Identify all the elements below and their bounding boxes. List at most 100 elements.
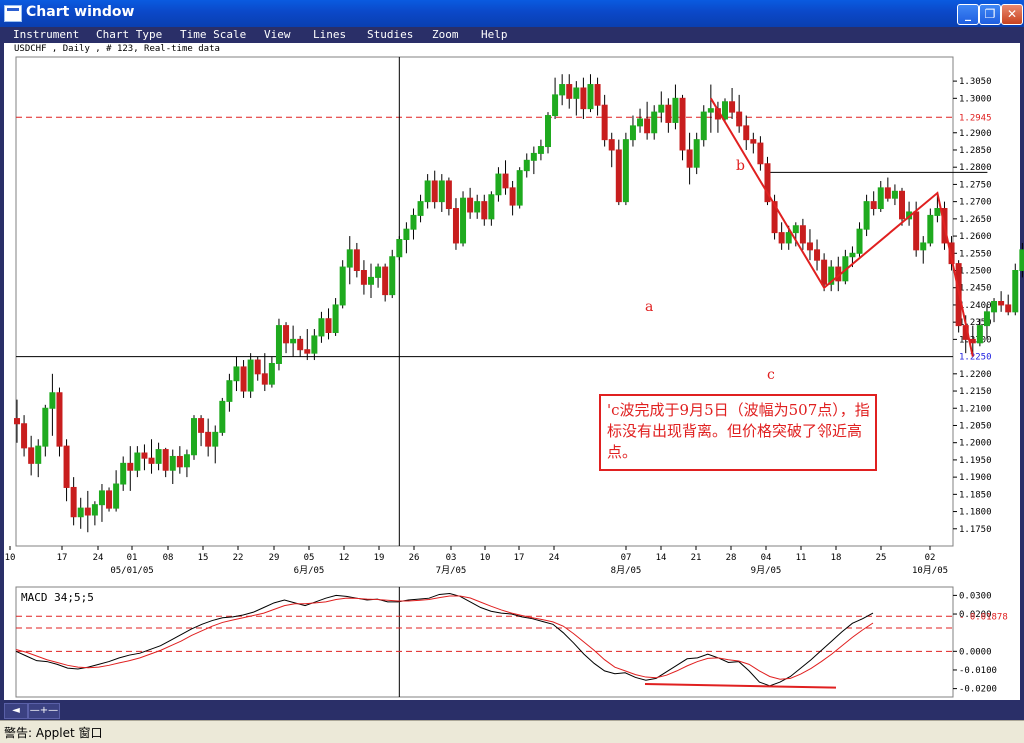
candle — [693, 132, 700, 175]
candle-body — [353, 249, 360, 272]
candle — [176, 446, 183, 474]
candle-body — [913, 211, 920, 251]
candle-body — [375, 266, 382, 278]
candle — [311, 329, 318, 361]
candle — [509, 180, 516, 216]
candle-body — [1005, 304, 1012, 313]
candle — [474, 194, 481, 219]
price-axis-label: 1.2100 — [959, 404, 992, 414]
date-axis-month: 10月/05 — [912, 565, 948, 576]
candle — [707, 84, 714, 133]
candle — [28, 435, 35, 476]
candle — [665, 98, 672, 133]
price-axis-label: 1.2700 — [959, 198, 992, 208]
candle — [545, 112, 551, 154]
candle-body — [665, 104, 672, 123]
scroll-left-button[interactable]: ◄ — [4, 703, 28, 719]
candle — [148, 439, 155, 474]
candle-body — [580, 87, 587, 110]
candle-body — [927, 214, 934, 244]
candle-body — [757, 142, 764, 165]
candle — [261, 353, 268, 392]
date-axis-day: 15 — [198, 553, 209, 563]
candle — [410, 208, 417, 240]
candle-body — [814, 249, 821, 261]
candle-body — [729, 101, 736, 113]
candle-body — [637, 118, 644, 127]
date-axis-month: 7月/05 — [436, 565, 467, 576]
candle — [212, 425, 219, 464]
candle-body — [70, 486, 77, 518]
candle — [283, 322, 290, 354]
candle-body — [417, 201, 424, 216]
candle — [729, 87, 736, 119]
candle-body — [566, 84, 573, 99]
candle-body — [205, 431, 212, 447]
candle — [49, 373, 56, 436]
price-chart[interactable]: 1.3050 1.3000 1.2900 1.2850 1.2800 1.2750 1.27… — [0, 0, 1024, 742]
candle-body — [297, 338, 304, 351]
price-axis-label: 1.1750 — [959, 525, 992, 535]
candle-body — [226, 380, 233, 402]
price-axis-label: 1.2600 — [959, 232, 992, 242]
candle-body — [891, 190, 898, 199]
price-axis-label: 1.1900 — [959, 473, 992, 483]
candle — [1019, 242, 1024, 278]
annotation-box: 'c波完成于9月5日（波幅为507点），指标没有出现背离。但价格突破了邻近高点。 — [599, 394, 877, 471]
candle — [98, 484, 105, 522]
date-axis-day: 18 — [831, 553, 842, 563]
candle-body — [545, 115, 551, 148]
candle-body — [821, 259, 828, 285]
candle-body — [452, 208, 459, 244]
horizontal-scrollbar[interactable]: ◄ —+— — [0, 700, 1024, 720]
status-text: 警告: Applet 窗口 — [4, 726, 103, 740]
candle — [240, 360, 247, 398]
candle — [198, 415, 205, 447]
candle-body — [552, 94, 559, 117]
candle-body — [268, 362, 275, 385]
candle-body — [467, 197, 474, 213]
candle-body — [615, 149, 622, 203]
price-marker-low: 1.2250 — [959, 353, 992, 363]
date-axis-day: 07 — [621, 553, 632, 563]
candle-body — [134, 452, 141, 471]
candle — [346, 236, 353, 285]
candle-body — [21, 423, 28, 449]
candle-body — [42, 407, 49, 447]
date-axis-day: 25 — [876, 553, 887, 563]
candle — [998, 291, 1005, 312]
candle-body — [991, 301, 998, 313]
candle — [42, 404, 49, 457]
candle-body — [120, 462, 127, 485]
date-axis-day: 24 — [93, 553, 104, 563]
date-axis-day: 24 — [549, 553, 560, 563]
candle-body — [84, 507, 91, 516]
candle-body — [63, 445, 70, 488]
date-axis-day: 28 — [726, 553, 737, 563]
candle — [806, 229, 813, 261]
price-axis-label: 1.2150 — [959, 387, 992, 397]
candle-body — [77, 507, 84, 518]
price-axis-label: 1.2550 — [959, 249, 992, 259]
scroll-thumb[interactable]: —+— — [28, 703, 60, 719]
candle-body — [920, 242, 927, 251]
candle-body — [849, 252, 856, 258]
candle — [297, 335, 304, 357]
candle-body — [460, 197, 467, 244]
candle — [877, 180, 884, 212]
macd-axis-label: -0.0100 — [959, 666, 997, 676]
candle — [686, 132, 693, 185]
candle-body — [884, 187, 891, 199]
candle — [601, 94, 608, 147]
candle-body — [98, 490, 105, 506]
candle-body — [113, 483, 120, 509]
candle-body — [806, 242, 813, 251]
candle — [382, 263, 389, 302]
date-axis-day: 29 — [269, 553, 280, 563]
candle — [750, 132, 757, 154]
date-axis-day: 02 — [925, 553, 936, 563]
candle — [828, 260, 835, 292]
candle-body — [141, 452, 148, 459]
candle — [537, 139, 544, 161]
candle-body — [240, 366, 247, 392]
